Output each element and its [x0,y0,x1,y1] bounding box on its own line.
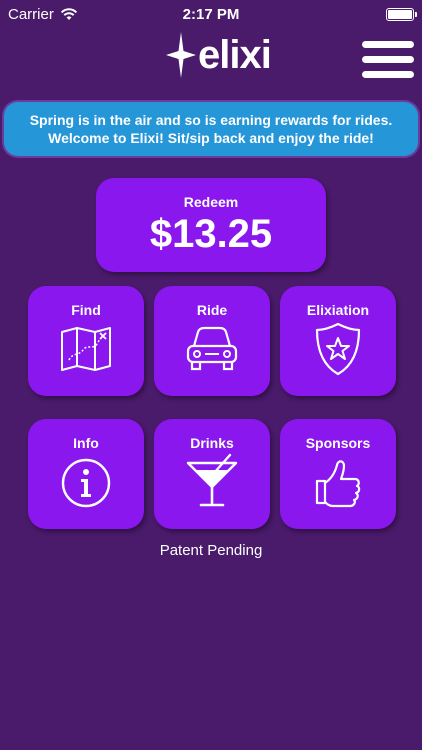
drinks-button[interactable]: Drinks [154,419,270,529]
app-logo: elixi [166,30,272,80]
martini-icon [186,453,238,507]
ride-button[interactable]: Ride [154,286,270,396]
shield-star-icon [315,322,361,376]
redeem-button[interactable]: Redeem $13.25 [96,178,326,272]
banner-line-1: Spring is in the air and so is earning r… [29,112,393,128]
find-label: Find [71,302,101,318]
hamburger-menu-icon[interactable] [362,40,414,80]
elixiation-button[interactable]: Elixiation [280,286,396,396]
patent-text: Patent Pending [159,542,263,559]
star-icon [166,32,196,78]
logo-text: elixi [198,33,272,77]
sponsors-label: Sponsors [305,435,371,451]
redeem-amount: $13.25 [149,212,273,256]
map-icon [61,327,111,371]
car-icon [186,326,238,371]
elixiation-label: Elixiation [306,302,370,318]
info-icon [61,458,111,508]
thumbs-up-icon [315,460,361,508]
battery-icon [386,8,417,21]
banner-line-2: Welcome to Elixi! Sit/sip back and enjoy… [48,130,374,146]
promo-banner: Spring is in the air and so is earning r… [4,102,418,156]
find-button[interactable]: Find [28,286,144,396]
drinks-label: Drinks [190,435,234,451]
info-button[interactable]: Info [28,419,144,529]
info-label: Info [73,435,99,451]
redeem-label: Redeem [183,194,239,210]
ride-label: Ride [196,302,228,318]
status-bar: Carrier 2:17 PM [0,0,422,30]
sponsors-button[interactable]: Sponsors [280,419,396,529]
status-time: 2:17 PM [182,6,240,23]
